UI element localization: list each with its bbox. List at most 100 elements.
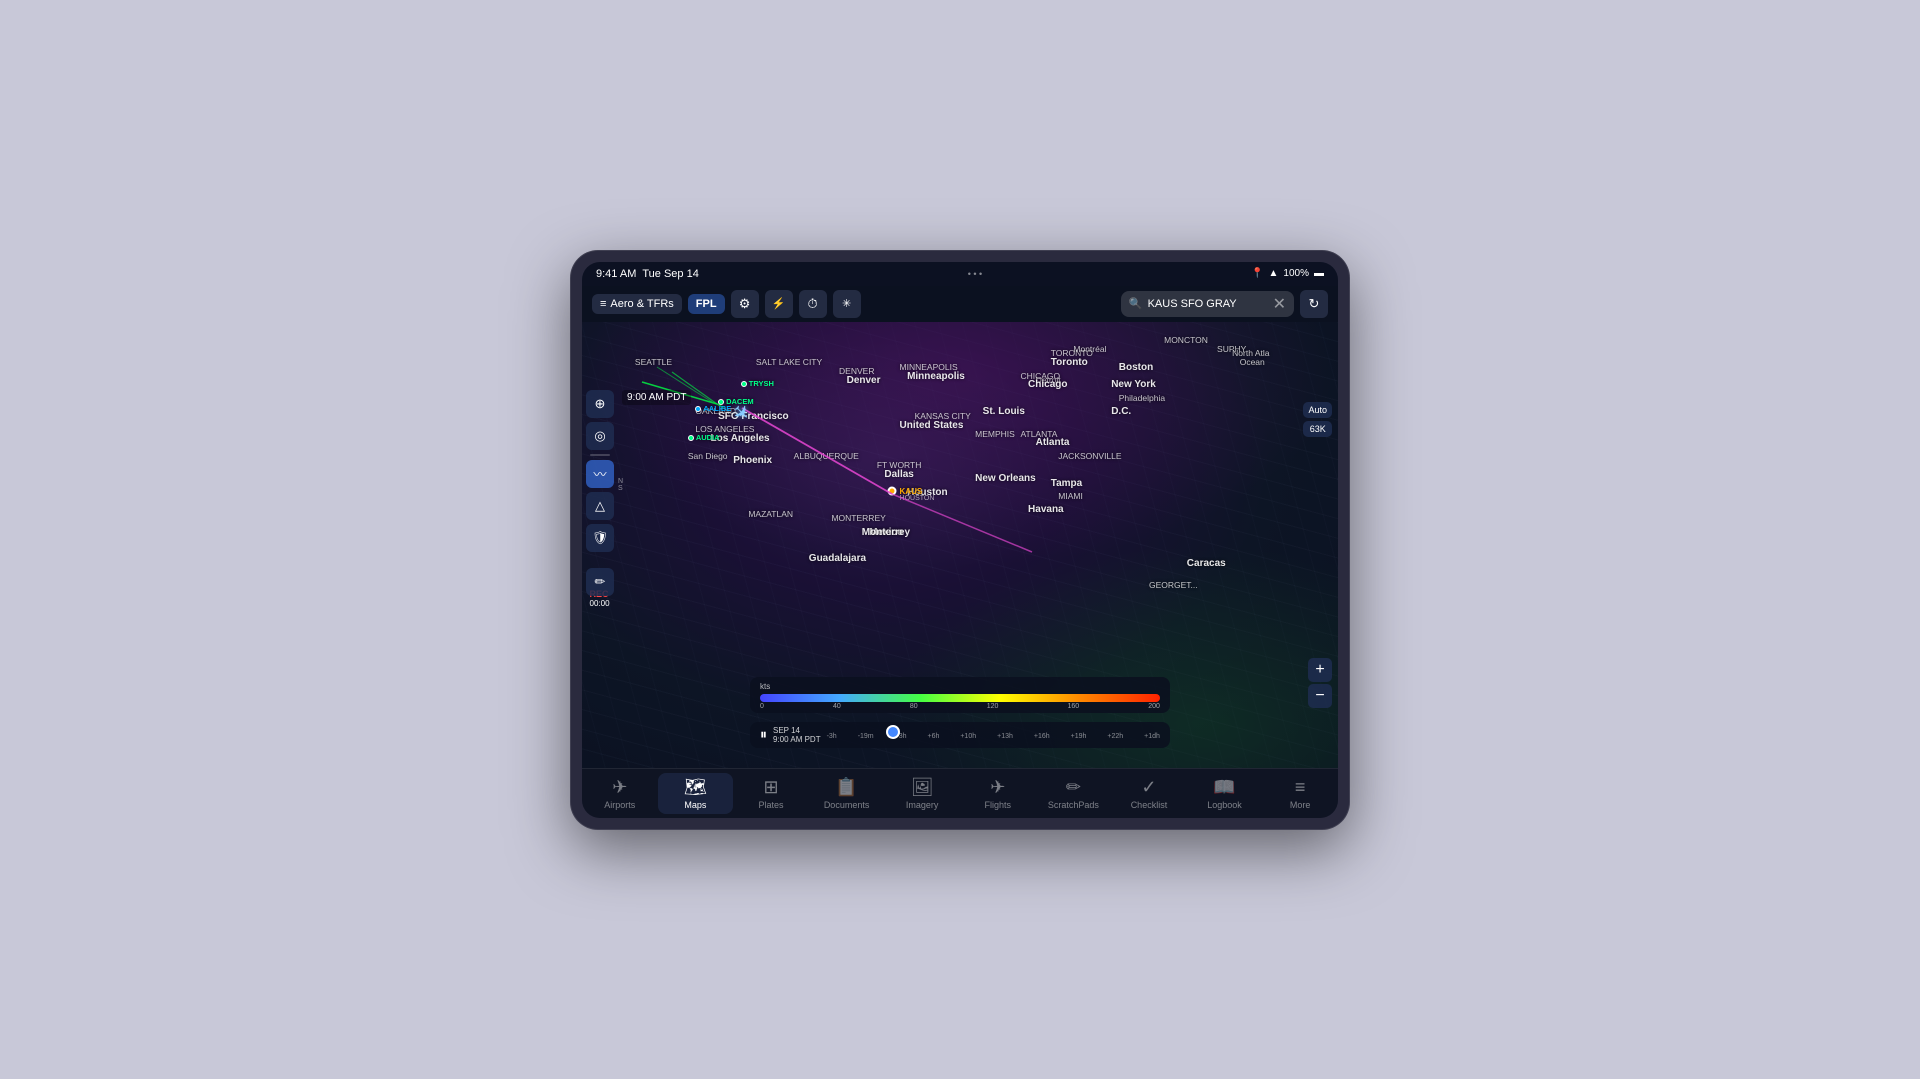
status-right: 📍 ▲ 100% ▬ [1251, 268, 1324, 279]
location-icon: 📍 [1251, 268, 1263, 279]
settings-icon: ⚙ [739, 296, 751, 312]
maps-icon: 🗺 [684, 777, 707, 798]
bottom-tab-bar: ✈ Airports 🗺 Maps ⊞ Plates 📋 Documents 🖼… [582, 768, 1338, 818]
wind-val-120: 120 [987, 703, 999, 710]
timeline-track-container[interactable]: -3h -19m +3h +6h +10h +13h +16h +19h +22… [827, 730, 1160, 740]
documents-icon: 📋 [835, 777, 857, 798]
tab-more[interactable]: ≡ More [1262, 773, 1338, 814]
marker-m19m: -19m [858, 733, 874, 740]
clear-icon[interactable]: ✕ [1273, 294, 1286, 314]
scratchpads-label: ScratchPads [1048, 800, 1099, 810]
marker-p22h: +22h [1107, 733, 1123, 740]
search-bar[interactable]: 🔍 ✕ [1121, 291, 1294, 317]
wind-val-200: 200 [1148, 703, 1160, 710]
more-label: More [1290, 800, 1311, 810]
wind-bar-top: kts [760, 682, 1160, 691]
wind-val-0: 0 [760, 703, 764, 710]
fpl-button[interactable]: FPL [688, 294, 725, 314]
search-icon: 🔍 [1129, 297, 1143, 310]
airports-label: Airports [604, 800, 635, 810]
map-controls-right: Auto 63K [1303, 402, 1332, 437]
separator-button [590, 454, 610, 456]
kaus-sublabel: HOUSTON [900, 495, 935, 502]
settings-button[interactable]: ⚙ [731, 290, 759, 318]
logbook-icon: 📖 [1213, 777, 1235, 798]
eye-button[interactable]: ◎ [586, 422, 614, 450]
star-icon: ✳ [842, 297, 851, 310]
ns-indicator: N S [618, 478, 623, 492]
filter-icon: ⚡ [772, 297, 786, 310]
plates-label: Plates [758, 800, 783, 810]
wind-val-160: 160 [1068, 703, 1080, 710]
wind-val-80: 80 [910, 703, 918, 710]
battery-percent: 100% [1283, 268, 1309, 279]
wind-scale-labels: 0 40 80 120 160 200 [760, 703, 1160, 710]
documents-label: Documents [824, 800, 870, 810]
battery-icon: ▬ [1314, 268, 1324, 279]
layers-label: Aero & TFRs [610, 298, 673, 310]
maps-label: Maps [684, 800, 706, 810]
timeline-bar: ⏸ SEP 14 9:00 AM PDT -3h -19m +3 [750, 722, 1170, 748]
timeline-info: SEP 14 9:00 AM PDT [773, 726, 821, 744]
tab-maps[interactable]: 🗺 Maps [658, 773, 734, 814]
kaus-label: KAUS [900, 487, 923, 496]
map-area[interactable]: 9:00 AM PDT SEATTLE MINNEAPOLIS Minneapo… [582, 322, 1338, 768]
tab-airports[interactable]: ✈ Airports [582, 773, 658, 814]
tab-logbook[interactable]: 📖 Logbook [1187, 773, 1263, 814]
clock-button[interactable]: ⏱ [799, 290, 827, 318]
tab-plates[interactable]: ⊞ Plates [733, 773, 809, 814]
layers-icon: ≡ [600, 298, 606, 310]
wind-bar-container: kts 0 40 80 120 160 200 [750, 677, 1170, 713]
status-center: • • • [968, 269, 982, 279]
time-display: 9:00 AM PDT [622, 390, 691, 405]
shield-button[interactable]: 🛡 [586, 524, 614, 552]
left-sidebar: ⊕ ◎ 〰 △ 🛡 ✏ [582, 382, 618, 604]
tab-flights[interactable]: ✈ Flights [960, 773, 1036, 814]
filter-button[interactable]: ⚡ [765, 290, 793, 318]
wifi-icon: ▲ [1269, 268, 1279, 279]
status-date: Tue Sep 14 [642, 268, 698, 280]
zoom-in-button[interactable]: + [1308, 658, 1332, 682]
tab-checklist[interactable]: ✓ Checklist [1111, 773, 1187, 814]
marker-p10h: +10h [960, 733, 976, 740]
zoom-level[interactable]: 63K [1303, 421, 1332, 437]
wave-button[interactable]: 〰 [586, 460, 614, 488]
marker-p16h: +16h [1034, 733, 1050, 740]
marker-m3h: -3h [827, 733, 837, 740]
location-button[interactable]: ⊕ [586, 390, 614, 418]
zoom-out-button[interactable]: − [1308, 684, 1332, 708]
marker-p6h: +6h [927, 733, 939, 740]
status-bar: 9:41 AM Tue Sep 14 • • • 📍 ▲ 100% ▬ [582, 262, 1338, 286]
triangle-button[interactable]: △ [586, 492, 614, 520]
marker-p19h: +19h [1071, 733, 1087, 740]
auto-button[interactable]: Auto [1303, 402, 1332, 418]
wind-val-40: 40 [833, 703, 841, 710]
timeline-thumb[interactable] [886, 725, 900, 739]
status-time: 9:41 AM [596, 268, 636, 280]
pen-button[interactable]: ✏ [586, 568, 614, 596]
clock-icon: ⏱ [808, 296, 818, 312]
timeline-time: 9:00 AM PDT [773, 735, 821, 744]
checklist-label: Checklist [1131, 800, 1168, 810]
layers-button[interactable]: ≡ Aero & TFRs [592, 294, 682, 314]
wind-gradient-bar [760, 694, 1160, 702]
fpl-label: FPL [696, 298, 717, 310]
wind-label: kts [760, 682, 770, 691]
imagery-icon: 🖼 [911, 777, 934, 798]
star-button[interactable]: ✳ [833, 290, 861, 318]
plates-icon: ⊞ [763, 777, 778, 798]
screen: 9:41 AM Tue Sep 14 • • • 📍 ▲ 100% ▬ ≡ Ae… [582, 262, 1338, 818]
search-input[interactable] [1148, 298, 1268, 310]
tab-imagery[interactable]: 🖼 Imagery [884, 773, 960, 814]
refresh-button[interactable]: ↻ [1300, 290, 1328, 318]
tab-scratchpads[interactable]: ✏ ScratchPads [1036, 773, 1112, 814]
marker-p13h: +13h [997, 733, 1013, 740]
timeline-markers: -3h -19m +3h +6h +10h +13h +16h +19h +22… [827, 733, 1160, 740]
time-display-text: 9:00 AM PDT [627, 392, 686, 403]
tab-documents[interactable]: 📋 Documents [809, 773, 885, 814]
toolbar: ≡ Aero & TFRs FPL ⚙ ⚡ ⏱ ✳ 🔍 ✕ [582, 286, 1338, 322]
map-background: 9:00 AM PDT SEATTLE MINNEAPOLIS Minneapo… [582, 322, 1338, 768]
checklist-icon: ✓ [1141, 777, 1156, 798]
pause-button[interactable]: ⏸ [760, 726, 767, 743]
logbook-label: Logbook [1207, 800, 1242, 810]
